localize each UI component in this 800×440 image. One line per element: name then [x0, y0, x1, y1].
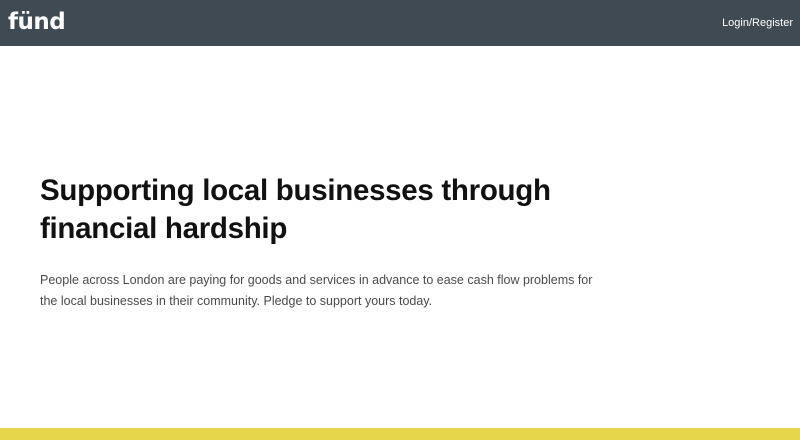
hero-section: Supporting local businesses through fina…: [40, 172, 620, 312]
top-navbar: fünd Login/Register: [0, 0, 800, 46]
login-register-link[interactable]: Login/Register: [722, 15, 793, 31]
hero-description: People across London are paying for good…: [40, 273, 593, 308]
brand-logo[interactable]: fünd: [8, 6, 66, 38]
accent-bar: [0, 428, 800, 440]
hero-title: Supporting local businesses through fina…: [40, 174, 551, 245]
